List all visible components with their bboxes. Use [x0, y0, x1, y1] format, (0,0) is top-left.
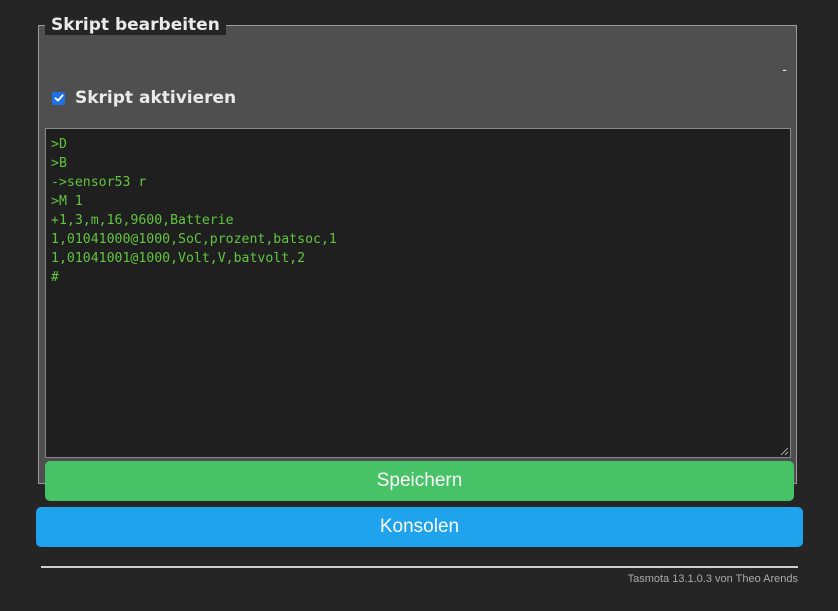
page: Skript bearbeiten - Skript aktivieren >D…	[0, 0, 838, 611]
code-line: >D	[51, 137, 67, 152]
code-line: +1,3,m,16,9600,Batterie	[51, 213, 234, 228]
footer-text: Tasmota 13.1.0.3 von Theo Arends	[627, 573, 798, 585]
enable-script-label: Skript aktivieren	[75, 88, 237, 108]
consoles-button[interactable]: Konsolen	[36, 507, 803, 547]
panel-legend: Skript bearbeiten	[45, 15, 226, 35]
script-editor-textarea[interactable]: >D >B ->sensor53 r >M 1 +1,3,m,16,9600,B…	[45, 128, 791, 458]
script-edit-panel: Skript bearbeiten - Skript aktivieren >D…	[38, 15, 797, 501]
enable-script-row[interactable]: Skript aktivieren	[52, 88, 236, 108]
code-line: 1,01041001@1000,Volt,V,batvolt,2	[51, 251, 306, 266]
code-line: >M 1	[51, 194, 83, 209]
footer-divider	[41, 566, 798, 568]
code-line: ->sensor53 r	[51, 175, 147, 190]
code-line: #	[51, 270, 59, 285]
code-line: 1,01041000@1000,SoC,prozent,batsoc,1	[51, 232, 337, 247]
checkmark-icon	[54, 94, 64, 102]
collapse-toggle[interactable]: -	[782, 63, 787, 78]
code-line: >B	[51, 156, 67, 171]
enable-script-checkbox[interactable]	[52, 91, 65, 105]
resize-grip-icon[interactable]	[780, 447, 789, 456]
save-button[interactable]: Speichern	[45, 461, 794, 501]
